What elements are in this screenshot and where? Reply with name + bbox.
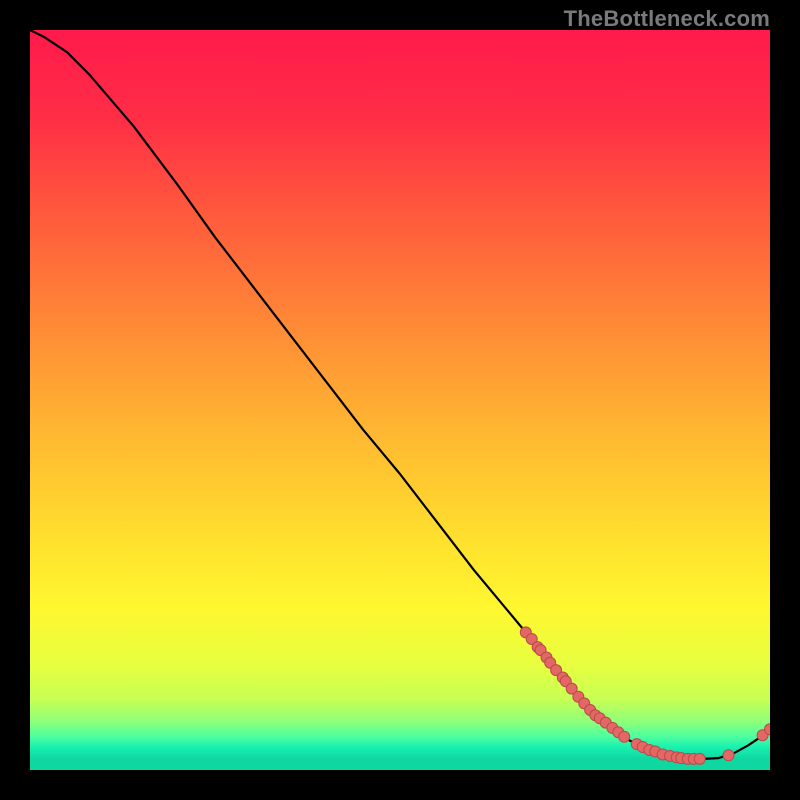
- background-gradient: [30, 30, 770, 770]
- watermark-text: TheBottleneck.com: [564, 6, 770, 32]
- plot-area: [30, 30, 770, 770]
- chart-stage: TheBottleneck.com: [0, 0, 800, 800]
